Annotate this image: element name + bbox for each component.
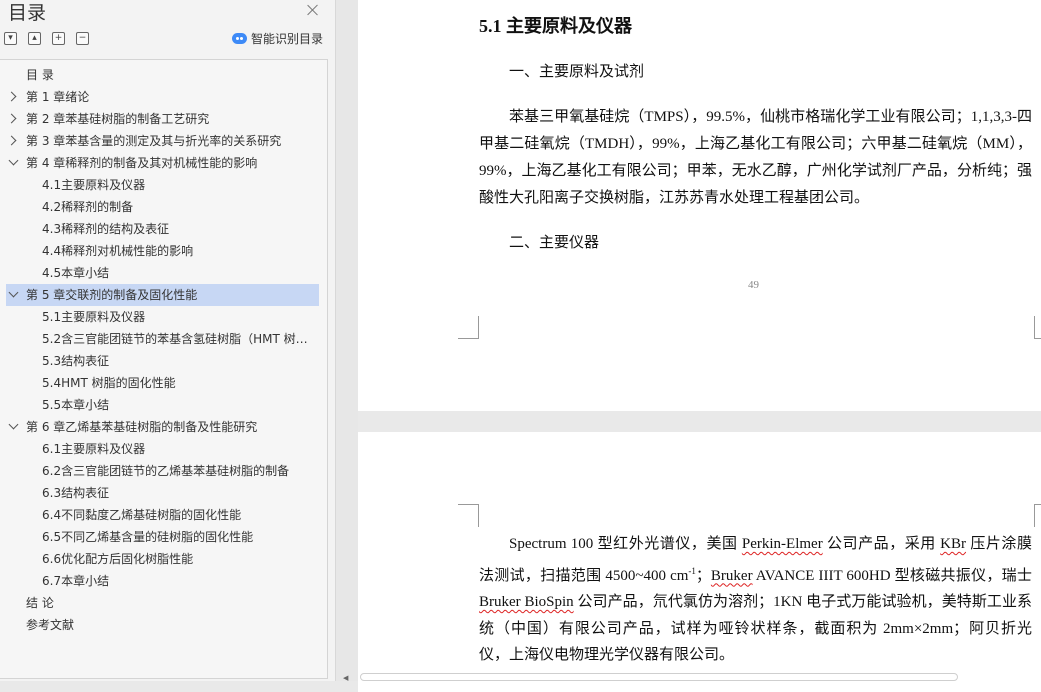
toc-item[interactable]: 第 2 章苯基硅树脂的制备工艺研究 — [6, 108, 319, 130]
toc-item[interactable]: 第 5 章交联剂的制备及固化性能 — [6, 284, 319, 306]
toc-item-label: 6.2含三官能团链节的乙烯基苯基硅树脂的制备 — [42, 464, 290, 478]
page-number: 49 — [748, 279, 759, 291]
toc-item[interactable]: 5.4HMT 树脂的固化性能 — [6, 372, 319, 394]
collapse-all-icon[interactable]: ▾ — [4, 32, 17, 45]
text-run: ； — [695, 567, 711, 584]
toc-item[interactable]: 6.6优化配方后固化树脂性能 — [6, 548, 319, 570]
horizontal-scrollbar[interactable] — [360, 673, 958, 681]
margin-mark — [1034, 316, 1041, 339]
toc-item-label: 4.1主要原料及仪器 — [42, 178, 146, 192]
spellcheck-word: KBr — [940, 536, 967, 552]
remove-item-icon[interactable]: − — [76, 32, 89, 45]
toc-item[interactable]: 4.2稀释剂的制备 — [6, 196, 319, 218]
toc-item[interactable]: 4.5本章小结 — [6, 262, 319, 284]
toc-item[interactable]: 6.5不同乙烯基含量的硅树脂的固化性能 — [6, 526, 319, 548]
toc-item-label: 5.5本章小结 — [42, 398, 110, 412]
toc-item-label: 6.4不同黏度乙烯基硅树脂的固化性能 — [42, 508, 242, 522]
toc-item[interactable]: 5.3结构表征 — [6, 350, 319, 372]
ai-cloud-icon — [232, 33, 247, 44]
toc-item-label: 第 6 章乙烯基苯基硅树脂的制备及性能研究 — [26, 420, 258, 434]
section-heading: 5.1 主要原料及仪器 — [479, 16, 632, 36]
toc-item-label: 第 3 章苯基含量的测定及其与折光率的关系研究 — [26, 134, 282, 148]
toc-list: 目 录第 1 章绪论第 2 章苯基硅树脂的制备工艺研究第 3 章苯基含量的测定及… — [0, 59, 328, 679]
chevron-right-icon[interactable] — [6, 135, 17, 146]
toc-item[interactable]: 6.7本章小结 — [6, 570, 319, 592]
toc-item-label: 第 4 章稀释剂的制备及其对机械性能的影响 — [26, 156, 258, 170]
toc-item-label: 第 1 章绪论 — [26, 90, 90, 104]
chevron-right-icon[interactable] — [6, 91, 17, 102]
toc-item-label: 6.6优化配方后固化树脂性能 — [42, 552, 194, 566]
toc-item-label: 5.2含三官能团链节的苯基含氢硅树脂（HMT 树脂）的制备 — [42, 332, 310, 346]
close-icon[interactable] — [306, 3, 320, 17]
subheading-instruments: 二、主要仪器 — [509, 235, 600, 251]
spellcheck-word: Bruker — [710, 567, 753, 584]
document-gutter — [336, 0, 358, 681]
toc-panel: 目录 ▾ ▴ + − 智能识别目录 目 录第 1 章绪论第 2 章苯基硅树脂的制… — [0, 0, 336, 681]
toc-item-label: 5.3结构表征 — [42, 354, 110, 368]
margin-mark — [458, 316, 479, 339]
toc-item-label: 结 论 — [26, 596, 54, 610]
toc-item[interactable]: 5.2含三官能团链节的苯基含氢硅树脂（HMT 树脂）的制备 — [6, 328, 319, 350]
toc-item-label: 6.3结构表征 — [42, 486, 110, 500]
toc-item[interactable]: 6.2含三官能团链节的乙烯基苯基硅树脂的制备 — [6, 460, 319, 482]
toc-item[interactable]: 参考文献 — [6, 614, 319, 636]
toc-item[interactable]: 第 4 章稀释剂的制备及其对机械性能的影响 — [6, 152, 319, 174]
toc-item-label: 6.1主要原料及仪器 — [42, 442, 146, 456]
toc-toolbar: ▾ ▴ + − — [4, 32, 89, 45]
chevron-right-icon[interactable] — [6, 113, 17, 124]
toc-item[interactable]: 6.4不同黏度乙烯基硅树脂的固化性能 — [6, 504, 319, 526]
toc-item[interactable]: 5.1主要原料及仪器 — [6, 306, 319, 328]
chevron-down-icon[interactable] — [8, 419, 19, 430]
toc-item[interactable]: 6.1主要原料及仪器 — [6, 438, 319, 460]
toc-item[interactable]: 目 录 — [6, 64, 319, 86]
paragraph-materials[interactable]: 苯基三甲氧基硅烷（TMPS），99.5%，仙桃市格瑞化学工业有限公司；1,1,3… — [479, 104, 1032, 212]
toc-item[interactable]: 4.3稀释剂的结构及表征 — [6, 218, 319, 240]
chevron-down-icon[interactable] — [8, 155, 19, 166]
chevron-down-icon[interactable] — [8, 287, 19, 298]
toc-item[interactable]: 第 1 章绪论 — [6, 86, 319, 108]
toc-item-label: 第 2 章苯基硅树脂的制备工艺研究 — [26, 112, 210, 126]
expand-all-icon[interactable]: ▴ — [28, 32, 41, 45]
toc-item[interactable]: 4.4稀释剂对机械性能的影响 — [6, 240, 319, 262]
text-run: Spectrum 100 型红外光谱仪，美国 — [509, 536, 742, 552]
document-page: 5.1 主要原料及仪器 一、主要原料及试剂 苯基三甲氧基硅烷（TMPS），99.… — [358, 0, 1041, 411]
toc-item-label: 参考文献 — [26, 618, 75, 632]
toc-item-label: 第 5 章交联剂的制备及固化性能 — [26, 288, 198, 302]
toc-item-label: 目 录 — [26, 68, 54, 82]
document-page: Spectrum 100 型红外光谱仪，美国 Perkin-Elmer 公司产品… — [358, 432, 1041, 692]
toc-item-label: 5.1主要原料及仪器 — [42, 310, 146, 324]
toc-item-label: 4.4稀释剂对机械性能的影响 — [42, 244, 194, 258]
margin-mark — [1034, 504, 1041, 527]
spellcheck-word: Bruker BioSpin — [479, 594, 574, 610]
text-run: AVANCE IIIT 600HD 型核磁共振仪，瑞士 — [752, 567, 1032, 584]
smart-toc-label: 智能识别目录 — [251, 32, 324, 46]
toc-item-label: 6.5不同乙烯基含量的硅树脂的固化性能 — [42, 530, 254, 544]
toc-item[interactable]: 第 3 章苯基含量的测定及其与折光率的关系研究 — [6, 130, 319, 152]
spellcheck-word: Perkin-Elmer — [741, 536, 823, 552]
toc-item-label: 5.4HMT 树脂的固化性能 — [42, 376, 176, 390]
toc-item-label: 4.3稀释剂的结构及表征 — [42, 222, 170, 236]
toc-item[interactable]: 5.5本章小结 — [6, 394, 319, 416]
toc-item-label: 4.2稀释剂的制备 — [42, 200, 134, 214]
toc-item-label: 6.7本章小结 — [42, 574, 110, 588]
toc-item-label: 4.5本章小结 — [42, 266, 110, 280]
toc-title: 目录 — [8, 2, 47, 24]
toc-item[interactable]: 4.1主要原料及仪器 — [6, 174, 319, 196]
paragraph-instruments[interactable]: Spectrum 100 型红外光谱仪，美国 Perkin-Elmer 公司产品… — [479, 531, 1032, 669]
text-run: -1 — [688, 565, 696, 576]
toc-item[interactable]: 第 6 章乙烯基苯基硅树脂的制备及性能研究 — [6, 416, 319, 438]
toc-item[interactable]: 6.3结构表征 — [6, 482, 319, 504]
toc-item[interactable]: 结 论 — [6, 592, 319, 614]
subheading-materials: 一、主要原料及试剂 — [509, 64, 645, 80]
add-item-icon[interactable]: + — [52, 32, 65, 45]
text-run: 公司产品，采用 — [822, 536, 941, 552]
smart-toc-button[interactable]: 智能识别目录 — [232, 30, 323, 47]
margin-mark — [458, 504, 479, 527]
